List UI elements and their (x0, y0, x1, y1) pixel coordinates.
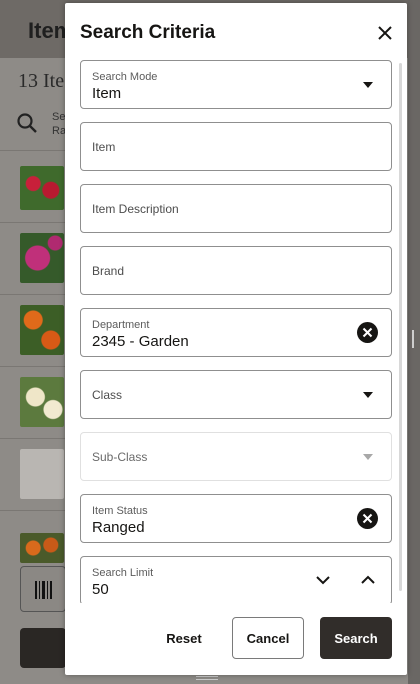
search-limit-stepper[interactable]: Search Limit 50 (80, 556, 392, 603)
clear-icon[interactable] (357, 322, 378, 343)
search-limit-label: Search Limit (92, 567, 154, 579)
cancel-button[interactable]: Cancel (232, 617, 304, 659)
close-icon (362, 327, 373, 338)
brand-field[interactable]: Brand (80, 246, 392, 295)
barcode-scan-button[interactable] (20, 566, 66, 612)
reset-button[interactable]: Reset (151, 617, 217, 659)
list-item (0, 294, 66, 366)
dialog-form: Search Mode Item Item Item Description B… (65, 55, 407, 603)
search-button[interactable]: Search (320, 617, 392, 659)
search-limit-value: 50 (92, 581, 109, 598)
search-criteria-dialog: Search Criteria Search Mode Item Item It… (65, 3, 407, 675)
brand-placeholder: Brand (92, 264, 125, 278)
search-mode-select[interactable]: Search Mode Item (80, 60, 392, 109)
chevron-up-icon[interactable] (360, 573, 376, 587)
item-status-field[interactable]: Item Status Ranged (80, 494, 392, 543)
item-thumbnail (20, 533, 64, 563)
search-mode-value: Item (92, 85, 122, 102)
item-thumbnail-placeholder (20, 449, 64, 499)
sub-class-placeholder: Sub-Class (92, 450, 148, 464)
search-mode-label: Search Mode (92, 71, 158, 83)
item-thumbnail (20, 305, 64, 355)
list-item (0, 150, 66, 222)
clear-icon[interactable] (357, 508, 378, 529)
search-icon (17, 113, 37, 133)
item-thumbnail (20, 166, 64, 210)
dialog-scrollbar[interactable] (399, 63, 402, 591)
chevron-down-icon[interactable] (315, 573, 331, 587)
list-item (0, 366, 66, 438)
resize-handle[interactable] (412, 330, 414, 348)
dialog-title: Search Criteria (80, 22, 216, 43)
side-edge (408, 0, 420, 684)
search-summary-line1: Se (52, 111, 66, 123)
item-status-value: Ranged (92, 519, 145, 536)
item-description-field[interactable]: Item Description (80, 184, 392, 233)
department-value: 2345 - Garden (92, 333, 189, 350)
department-field[interactable]: Department 2345 - Garden (80, 308, 392, 357)
item-count: 13 Ite (18, 70, 65, 92)
class-select[interactable]: Class (80, 370, 392, 419)
item-thumbnail (20, 233, 64, 283)
chevron-down-icon[interactable] (363, 82, 373, 88)
item-status-label: Item Status (92, 505, 148, 517)
item-thumbnail (20, 377, 64, 427)
item-description-placeholder: Item Description (92, 202, 179, 216)
chevron-down-icon[interactable] (363, 392, 373, 398)
bottom-handle[interactable] (196, 676, 218, 680)
department-label: Department (92, 319, 150, 331)
class-placeholder: Class (92, 388, 123, 402)
list-item (0, 438, 66, 510)
sub-class-select: Sub-Class (80, 432, 392, 481)
item-field[interactable]: Item (80, 122, 392, 171)
chevron-down-icon (363, 454, 373, 460)
close-icon (362, 513, 373, 524)
item-placeholder: Item (92, 140, 116, 154)
list-item (0, 222, 66, 294)
background-action-button (20, 628, 66, 668)
search-summary-line2: Ra (52, 125, 67, 137)
close-icon[interactable] (377, 25, 393, 41)
search-summary: Se Ra (52, 110, 66, 138)
barcode-icon (35, 581, 52, 599)
